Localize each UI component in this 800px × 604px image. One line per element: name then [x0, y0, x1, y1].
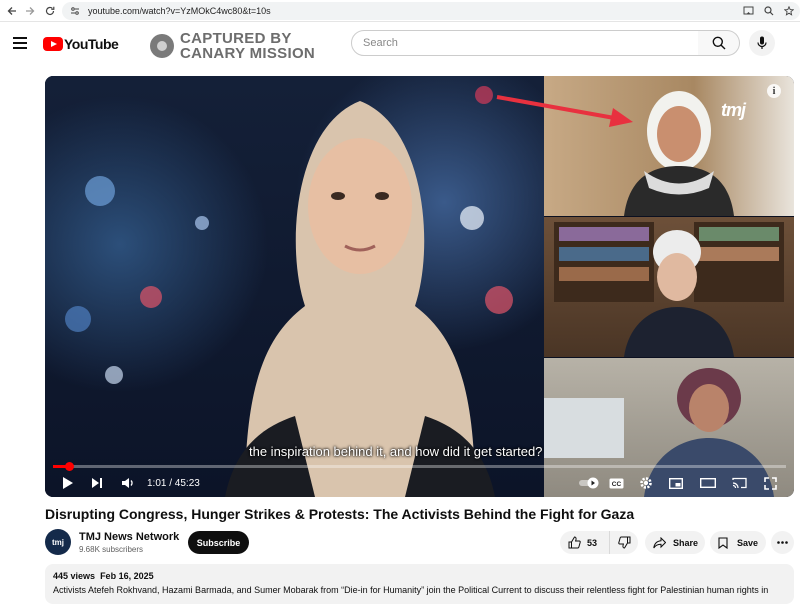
- watermark-line1: CAPTURED BY: [180, 30, 292, 47]
- miniplayer-icon[interactable]: [668, 472, 684, 494]
- save-label: Save: [737, 537, 759, 548]
- progress-bar[interactable]: [53, 462, 786, 471]
- more-actions-button[interactable]: [771, 531, 794, 554]
- site-info-icon[interactable]: [70, 6, 80, 16]
- bokeh-light: [195, 216, 209, 230]
- theater-mode-icon[interactable]: [699, 472, 717, 494]
- cast-icon[interactable]: [743, 6, 754, 16]
- video-player[interactable]: the inspiration behind it, and how did i…: [45, 76, 794, 497]
- canary-seal-icon: [150, 34, 174, 58]
- play-icon[interactable]: [59, 472, 77, 494]
- video-main-frame: the inspiration behind it, and how did i…: [45, 76, 544, 497]
- channel-name[interactable]: TMJ News Network: [79, 531, 179, 543]
- progress-scrubber[interactable]: [65, 462, 74, 471]
- subscriber-count: 9.68K subscribers: [79, 545, 144, 554]
- annotation-arrow: [496, 95, 633, 127]
- thumbs-up-icon: [568, 536, 581, 549]
- view-count: 445 views: [53, 571, 96, 581]
- participant-figure: [554, 222, 784, 357]
- youtube-logo[interactable]: YouTube: [43, 36, 119, 52]
- share-button[interactable]: Share: [645, 531, 705, 554]
- info-icon[interactable]: i: [767, 84, 781, 98]
- dislike-button[interactable]: [609, 531, 638, 554]
- url-text: youtube.com/watch?v=YzMOkC4wc80&t=10s: [88, 6, 271, 16]
- upload-date: Feb 16, 2025: [100, 571, 154, 581]
- channel-avatar[interactable]: tmj: [45, 529, 71, 555]
- back-icon[interactable]: [2, 1, 22, 21]
- like-button[interactable]: 53: [560, 531, 608, 554]
- voice-search-button[interactable]: [749, 30, 775, 56]
- video-subtitle: the inspiration behind it, and how did i…: [249, 444, 543, 459]
- save-button[interactable]: Save: [710, 531, 766, 554]
- subscribe-button[interactable]: Subscribe: [188, 531, 249, 554]
- bokeh-light: [85, 176, 115, 206]
- bokeh-light: [65, 306, 91, 332]
- watermark-line2: CANARY MISSION: [180, 45, 316, 62]
- description-box[interactable]: 445 views Feb 16, 2025 Activists Atefeh …: [45, 564, 794, 604]
- bokeh-light: [105, 366, 123, 384]
- participant-panel-2: [544, 217, 794, 357]
- cast-icon[interactable]: [730, 472, 748, 494]
- youtube-play-icon: [43, 37, 63, 51]
- thumbs-down-icon: [617, 536, 631, 549]
- fullscreen-icon[interactable]: [761, 472, 779, 494]
- forward-icon[interactable]: [20, 1, 40, 21]
- mic-icon: [757, 36, 767, 50]
- player-controls: 1:01 / 45:23 CC: [45, 472, 794, 494]
- presenter-figure: [225, 101, 495, 497]
- bookmark-star-icon[interactable]: [784, 6, 794, 16]
- search-placeholder: Search: [363, 37, 398, 49]
- share-label: Share: [673, 537, 699, 548]
- reload-icon[interactable]: [40, 1, 60, 21]
- youtube-logo-text: YouTube: [64, 36, 119, 52]
- search-icon: [712, 36, 726, 50]
- settings-gear-icon[interactable]: [638, 472, 654, 494]
- svg-text:CC: CC: [611, 481, 621, 488]
- autoplay-toggle-icon[interactable]: [579, 472, 601, 494]
- video-title: Disrupting Congress, Hunger Strikes & Pr…: [45, 506, 635, 522]
- next-icon[interactable]: [89, 472, 105, 494]
- captions-icon[interactable]: CC: [608, 472, 624, 494]
- time-display: 1:01 / 45:23: [147, 477, 200, 489]
- tmj-overlay-logo: tmj: [721, 100, 746, 120]
- bookmark-icon: [718, 536, 728, 549]
- browser-toolbar: youtube.com/watch?v=YzMOkC4wc80&t=10s: [0, 0, 800, 22]
- youtube-header: YouTube CAPTURED BY CANARY MISSION Searc…: [0, 22, 800, 66]
- search-input[interactable]: Search: [351, 30, 699, 56]
- search-button[interactable]: [698, 30, 740, 56]
- bokeh-light: [140, 286, 162, 308]
- zoom-icon[interactable]: [764, 6, 774, 16]
- share-arrow-icon: [653, 536, 666, 549]
- canary-mission-watermark: CAPTURED BY CANARY MISSION: [150, 31, 315, 61]
- description-text: Activists Atefeh Rokhvand, Hazami Barmad…: [53, 585, 769, 595]
- volume-icon[interactable]: [119, 472, 137, 494]
- address-bar[interactable]: youtube.com/watch?v=YzMOkC4wc80&t=10s: [62, 2, 800, 20]
- hamburger-icon[interactable]: [13, 37, 27, 49]
- more-dots-icon: [777, 541, 788, 544]
- like-count: 53: [587, 537, 598, 548]
